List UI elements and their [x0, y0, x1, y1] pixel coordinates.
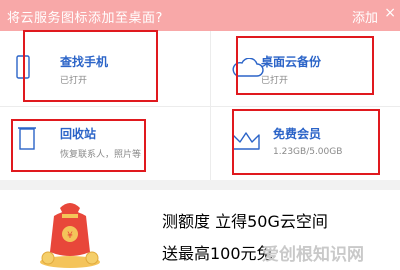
highlight-box: [232, 109, 380, 175]
highlight-box: [23, 30, 158, 102]
add-to-desktop-banner: 将云服务图标添加至桌面? 添加 ×: [0, 0, 400, 31]
banner-text: 将云服务图标添加至桌面?: [7, 11, 163, 26]
promo-tagline: 送最高100元免: [162, 244, 273, 263]
gift-bag-icon: ¥: [40, 203, 100, 268]
close-icon[interactable]: ×: [384, 5, 396, 21]
svg-text:¥: ¥: [67, 231, 73, 241]
add-button[interactable]: 添加: [352, 7, 378, 26]
section-gap: [0, 180, 400, 190]
promo-headline: 测额度 立得50G云空间: [162, 212, 328, 231]
highlight-box: [236, 36, 374, 95]
watermark: 爱创根知识网: [262, 245, 364, 265]
highlight-box: [11, 119, 146, 172]
